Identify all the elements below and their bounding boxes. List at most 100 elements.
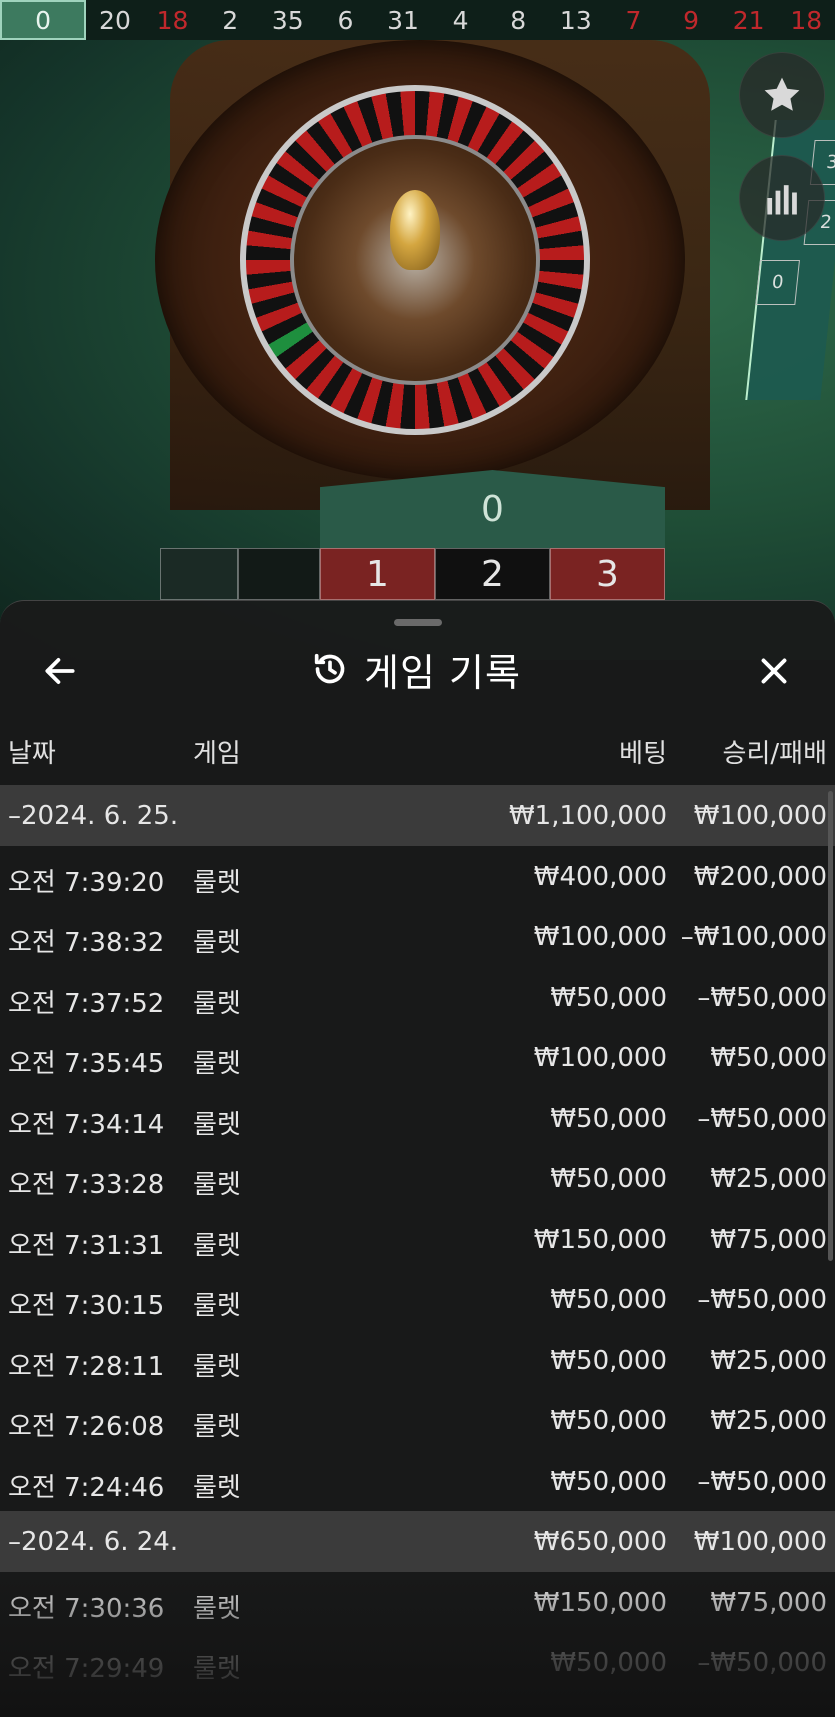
recent-result: 20 bbox=[99, 5, 131, 35]
roulette-wheel bbox=[150, 40, 690, 480]
date-group-row[interactable]: –2024. 6. 24. ₩650,000 ₩100,000 bbox=[0, 1511, 835, 1572]
dozen-bet-cell[interactable] bbox=[238, 548, 320, 600]
row-winloss: –₩50,000 bbox=[697, 1285, 827, 1315]
row-bet: ₩100,000 bbox=[533, 922, 667, 952]
table-row[interactable]: 오전 7:37:52 룰렛 ₩50,000 –₩50,000 bbox=[0, 967, 835, 1028]
number-cell-1[interactable]: 1 bbox=[320, 548, 435, 600]
row-bet: ₩50,000 bbox=[550, 1406, 667, 1436]
row-winloss: –₩50,000 bbox=[697, 1103, 827, 1134]
close-button[interactable] bbox=[752, 649, 796, 693]
row-game: 룰렛 bbox=[193, 1230, 241, 1261]
row-game: 룰렛 bbox=[193, 1109, 241, 1140]
row-game: 룰렛 bbox=[193, 1654, 241, 1684]
row-winloss: ₩75,000 bbox=[710, 1224, 827, 1255]
table-row[interactable]: 오전 7:38:32 룰렛 ₩100,000 –₩100,000 bbox=[0, 906, 835, 967]
sheet-drag-handle[interactable] bbox=[394, 619, 442, 626]
recent-result: 18 bbox=[156, 5, 189, 35]
row-time: 오전 7:26:08 bbox=[8, 1412, 165, 1442]
row-game: 룰렛 bbox=[193, 1593, 241, 1624]
table-row[interactable]: 오전 7:24:46 룰렛 ₩50,000 –₩50,000 bbox=[0, 1451, 835, 1512]
group-winloss-total: ₩100,000 bbox=[693, 801, 827, 831]
row-time: 오전 7:30:15 bbox=[8, 1291, 165, 1321]
row-winloss: ₩200,000 bbox=[693, 861, 827, 892]
number-cell-3[interactable]: 3 bbox=[550, 548, 665, 600]
row-time: 오전 7:30:36 bbox=[8, 1593, 165, 1624]
results-strip: 0 20 18 2 35 6 31 4 8 13 7 9 21 18 bbox=[0, 0, 835, 40]
statistics-button[interactable] bbox=[739, 155, 825, 241]
table-row[interactable]: 오전 7:30:15 룰렛 ₩50,000 –₩50,000 bbox=[0, 1269, 835, 1330]
recent-result: 9 bbox=[683, 5, 699, 35]
table-row[interactable]: 오전 7:29:49 룰렛 ₩50,000 –₩50,000 bbox=[0, 1632, 835, 1693]
page-title: 게임 기록 bbox=[364, 650, 521, 695]
row-time: 오전 7:28:11 bbox=[8, 1351, 165, 1382]
recent-result: 31 bbox=[387, 5, 419, 35]
row-winloss: ₩25,000 bbox=[710, 1164, 827, 1194]
row-game: 룰렛 bbox=[193, 1472, 241, 1503]
star-icon bbox=[764, 77, 800, 111]
recent-result: 21 bbox=[732, 5, 765, 35]
row-time: 오전 7:31:31 bbox=[8, 1230, 165, 1261]
date-group-row[interactable]: –2024. 6. 25. ₩1,100,000 ₩100,000 bbox=[0, 785, 835, 846]
row-game: 룰렛 bbox=[193, 1049, 241, 1079]
table-row[interactable]: 오전 7:31:31 룰렛 ₩150,000 ₩75,000 bbox=[0, 1209, 835, 1270]
row-time: 오전 7:29:49 bbox=[8, 1654, 165, 1684]
recent-result: 35 bbox=[271, 5, 304, 35]
table-row[interactable]: 오전 7:39:20 룰렛 ₩400,000 ₩200,000 bbox=[0, 846, 835, 907]
mini-board-cell: 0 bbox=[755, 260, 800, 305]
number-cell-2[interactable]: 2 bbox=[435, 548, 550, 600]
row-time: 오전 7:34:14 bbox=[8, 1109, 165, 1140]
row-winloss: ₩25,000 bbox=[710, 1406, 827, 1436]
row-time: 오전 7:33:28 bbox=[8, 1170, 165, 1200]
table-row[interactable]: 오전 7:26:08 룰렛 ₩50,000 ₩25,000 bbox=[0, 1390, 835, 1451]
column-header-game: 게임 bbox=[193, 739, 241, 769]
table-row[interactable]: 오전 7:33:28 룰렛 ₩50,000 ₩25,000 bbox=[0, 1148, 835, 1209]
recent-result: 7 bbox=[625, 5, 642, 35]
table-row[interactable]: 오전 7:30:36 룰렛 ₩150,000 ₩75,000 bbox=[0, 1572, 835, 1633]
row-bet: ₩50,000 bbox=[550, 1285, 667, 1315]
group-bet-total: ₩650,000 bbox=[533, 1527, 667, 1557]
bar-chart-icon bbox=[767, 185, 797, 215]
row-bet: ₩400,000 bbox=[533, 861, 667, 892]
row-winloss: –₩50,000 bbox=[697, 982, 827, 1013]
history-list[interactable]: –2024. 6. 25. ₩1,100,000 ₩100,000 오전 7:39:2… bbox=[0, 785, 835, 1693]
betting-grid: 1 2 3 bbox=[160, 548, 665, 600]
row-bet: ₩50,000 bbox=[550, 1164, 667, 1194]
recent-result: 0 bbox=[0, 0, 87, 40]
row-winloss: ₩25,000 bbox=[710, 1345, 827, 1376]
row-winloss: –₩100,000 bbox=[680, 922, 827, 952]
row-bet: ₩150,000 bbox=[533, 1224, 667, 1255]
row-bet: ₩50,000 bbox=[550, 1103, 667, 1134]
row-bet: ₩100,000 bbox=[533, 1043, 667, 1073]
row-bet: ₩50,000 bbox=[550, 1345, 667, 1376]
group-winloss-total: ₩100,000 bbox=[693, 1527, 827, 1557]
row-bet: ₩150,000 bbox=[533, 1587, 667, 1618]
recent-result: 6 bbox=[337, 5, 354, 35]
table-row[interactable]: 오전 7:35:45 룰렛 ₩100,000 ₩50,000 bbox=[0, 1027, 835, 1088]
recent-result: 4 bbox=[452, 5, 469, 35]
row-game: 룰렛 bbox=[193, 1170, 241, 1200]
table-row[interactable]: 오전 7:28:11 룰렛 ₩50,000 ₩25,000 bbox=[0, 1330, 835, 1391]
row-game: 룰렛 bbox=[193, 988, 241, 1019]
sheet-title-group: 게임 기록 bbox=[310, 641, 521, 697]
table-row[interactable]: 오전 7:34:14 룰렛 ₩50,000 –₩50,000 bbox=[0, 1088, 835, 1149]
list-scrollbar[interactable] bbox=[828, 791, 833, 1261]
row-time: 오전 7:38:32 bbox=[8, 928, 165, 958]
row-game: 룰렛 bbox=[193, 1412, 241, 1442]
game-history-sheet: 게임 기록 날짜 게임 베팅 승리/패배 –2024. 6. 25. ₩1,100… bbox=[0, 600, 835, 1717]
history-icon bbox=[314, 653, 345, 684]
column-header-bet: 베팅 bbox=[619, 739, 667, 769]
row-time: 오전 7:35:45 bbox=[8, 1049, 165, 1079]
row-time: 오전 7:37:52 bbox=[8, 988, 165, 1019]
back-button[interactable] bbox=[38, 649, 82, 693]
row-time: 오전 7:24:46 bbox=[8, 1472, 165, 1503]
row-winloss: ₩50,000 bbox=[710, 1043, 827, 1073]
column-bet-cell[interactable] bbox=[160, 548, 238, 600]
table-header: 날짜 게임 베팅 승리/패배 bbox=[0, 725, 835, 773]
group-bet-total: ₩1,100,000 bbox=[508, 801, 667, 831]
favorites-button[interactable] bbox=[739, 52, 825, 138]
row-game: 룰렛 bbox=[193, 928, 241, 958]
column-header-date: 날짜 bbox=[8, 739, 56, 769]
row-game: 룰렛 bbox=[193, 1351, 241, 1382]
sheet-header: 게임 기록 bbox=[0, 637, 835, 701]
row-winloss: –₩50,000 bbox=[697, 1466, 827, 1497]
